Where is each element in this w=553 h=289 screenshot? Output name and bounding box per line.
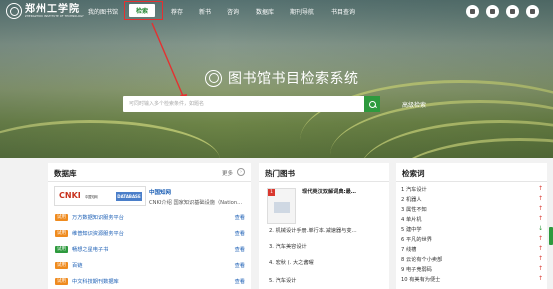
view-link[interactable]: 查看 bbox=[235, 230, 245, 237]
list-item[interactable]: 6 平凡的世界 ↑ bbox=[401, 235, 543, 245]
database-more-link[interactable]: 更多 bbox=[222, 169, 233, 177]
system-title: 图书馆书目检索系统 bbox=[228, 71, 359, 87]
logo-english: ZHENGZHOU INSTITUTE OF TECHNOLOGY bbox=[25, 14, 84, 18]
search-bar: 可同时输入多个检索条件，如题名 bbox=[123, 96, 380, 112]
list-item: 试用 百链 查看 bbox=[55, 261, 245, 271]
search-button[interactable] bbox=[364, 96, 380, 112]
trend-up-icon: ↑ bbox=[537, 265, 543, 272]
trial-badge: 试用 bbox=[55, 214, 68, 221]
hot-books-title: 热门图书 bbox=[265, 169, 295, 178]
view-link[interactable]: 查看 bbox=[235, 262, 245, 269]
list-item: 试用 畅想之星电子书 查看 bbox=[55, 245, 245, 255]
trend-up-icon: ↑ bbox=[537, 195, 543, 202]
list-item[interactable]: 8 云论有个小卖部 ↑ bbox=[401, 255, 543, 265]
list-item[interactable]: 10 有美有为便士 ↑ bbox=[401, 275, 543, 285]
list-item[interactable]: 5 建中学 ↓ bbox=[401, 225, 543, 235]
nav-new-books[interactable]: 新书 bbox=[199, 7, 211, 16]
library-emblem-icon bbox=[205, 69, 222, 87]
db-name-link[interactable]: 畅想之星电子书 bbox=[72, 246, 108, 253]
hot-books-panel: 热门图书 bbox=[259, 163, 389, 289]
trend-up-icon: ↑ bbox=[537, 235, 543, 242]
trial-badge: 试用 bbox=[55, 262, 68, 269]
trend-up-icon: ↑ bbox=[537, 275, 543, 282]
list-item[interactable]: 2 机器人 ↑ bbox=[401, 195, 543, 205]
list-item[interactable]: 5. 汽车设计 bbox=[269, 277, 296, 284]
nav-consult[interactable]: 咨询 bbox=[227, 7, 239, 16]
view-link[interactable]: 查看 bbox=[235, 214, 245, 221]
list-item[interactable]: 9 电子竞弱码 ↑ bbox=[401, 265, 543, 275]
cnki-banner[interactable]: CNKI 中国知网 DATABASE bbox=[54, 186, 146, 206]
nav-journals[interactable]: 期刊导航 bbox=[290, 7, 314, 16]
search-input[interactable]: 可同时输入多个检索条件，如题名 bbox=[129, 100, 204, 107]
list-item[interactable]: 4 单片机 ↑ bbox=[401, 215, 543, 225]
more-arrow-icon[interactable]: › bbox=[237, 168, 245, 176]
more-icon[interactable] bbox=[526, 5, 539, 18]
db-name-link[interactable]: 维普知识资源服务平台 bbox=[72, 230, 124, 237]
cnki-logo: CNKI bbox=[59, 191, 81, 200]
trend-up-icon: ↑ bbox=[537, 205, 543, 212]
trial-badge: 试用 bbox=[55, 278, 68, 285]
nav-catalog[interactable]: 书目查询 bbox=[331, 7, 355, 16]
cnki-logo-sub: 中国知网 bbox=[85, 195, 98, 199]
annotation-highlight-box bbox=[124, 1, 163, 20]
featured-db-name[interactable]: 中国知网 bbox=[149, 188, 171, 196]
system-title-block: 图书馆书目检索系统 bbox=[205, 68, 359, 88]
view-link[interactable]: 查看 bbox=[235, 278, 245, 285]
book-cover-image[interactable]: 1 bbox=[267, 188, 296, 224]
logo-name: 郑州工学院 bbox=[25, 3, 80, 15]
trial-badge: 试用 bbox=[55, 246, 68, 253]
keywords-title: 检索词 bbox=[402, 169, 425, 178]
view-link[interactable]: 查看 bbox=[235, 246, 245, 253]
list-item[interactable]: 1 汽车设计 ↑ bbox=[401, 185, 543, 195]
site-logo[interactable]: 郑州工学院 ZHENGZHOU INSTITUTE OF TECHNOLOGY bbox=[6, 3, 84, 19]
list-item[interactable]: 7 线槽 ↑ bbox=[401, 245, 543, 255]
database-title: 数据库 bbox=[54, 169, 77, 178]
advanced-search-link[interactable]: 高级检索 bbox=[402, 100, 426, 109]
list-item[interactable]: 3 属性不知 ↑ bbox=[401, 205, 543, 215]
list-item: 试用 中文科技期刊数据库 查看 bbox=[55, 277, 245, 287]
trend-up-icon: ↑ bbox=[537, 185, 543, 192]
list-item: 试用 万方数据知识服务平台 查看 bbox=[55, 213, 245, 223]
trend-down-icon: ↓ bbox=[537, 225, 543, 232]
side-scroll-tab[interactable] bbox=[549, 227, 553, 245]
nav-database[interactable]: 数据库 bbox=[256, 7, 274, 16]
db-name-link[interactable]: 百链 bbox=[72, 262, 82, 269]
top-nav: 郑州工学院 ZHENGZHOU INSTITUTE OF TECHNOLOGY … bbox=[0, 0, 553, 24]
db-name-link[interactable]: 万方数据知识服务平台 bbox=[72, 214, 124, 221]
rank-badge: 1 bbox=[268, 189, 275, 196]
nav-recommend[interactable]: 荐存 bbox=[171, 7, 183, 16]
trend-up-icon: ↑ bbox=[537, 255, 543, 262]
nav-my-library[interactable]: 我的图书馆 bbox=[88, 7, 118, 16]
list-item: 试用 维普知识资源服务平台 查看 bbox=[55, 229, 245, 239]
user-icon[interactable] bbox=[466, 5, 479, 18]
search-icon bbox=[368, 100, 376, 108]
list-item[interactable]: 4. 宏秋 (. 大之酱曜 bbox=[269, 259, 314, 266]
trend-up-icon: ↑ bbox=[537, 245, 543, 252]
menu-icon[interactable] bbox=[506, 5, 519, 18]
school-seal-icon bbox=[6, 3, 22, 19]
list-item[interactable]: 3. 汽车美容设计 bbox=[269, 243, 307, 250]
db-name-link[interactable]: 中文科技期刊数据库 bbox=[72, 278, 119, 285]
grid-icon[interactable] bbox=[486, 5, 499, 18]
featured-book-title[interactable]: 现代英汉双解词典:最… bbox=[302, 188, 356, 195]
trend-up-icon: ↑ bbox=[537, 215, 543, 222]
list-item[interactable]: 2. 机械设计手册.单行本.减速器与变… bbox=[269, 227, 357, 234]
database-badge: DATABASE bbox=[116, 192, 142, 201]
featured-db-desc: CNKI介绍 国家知识基础设施（Nation… bbox=[149, 200, 243, 206]
trial-badge: 试用 bbox=[55, 230, 68, 237]
